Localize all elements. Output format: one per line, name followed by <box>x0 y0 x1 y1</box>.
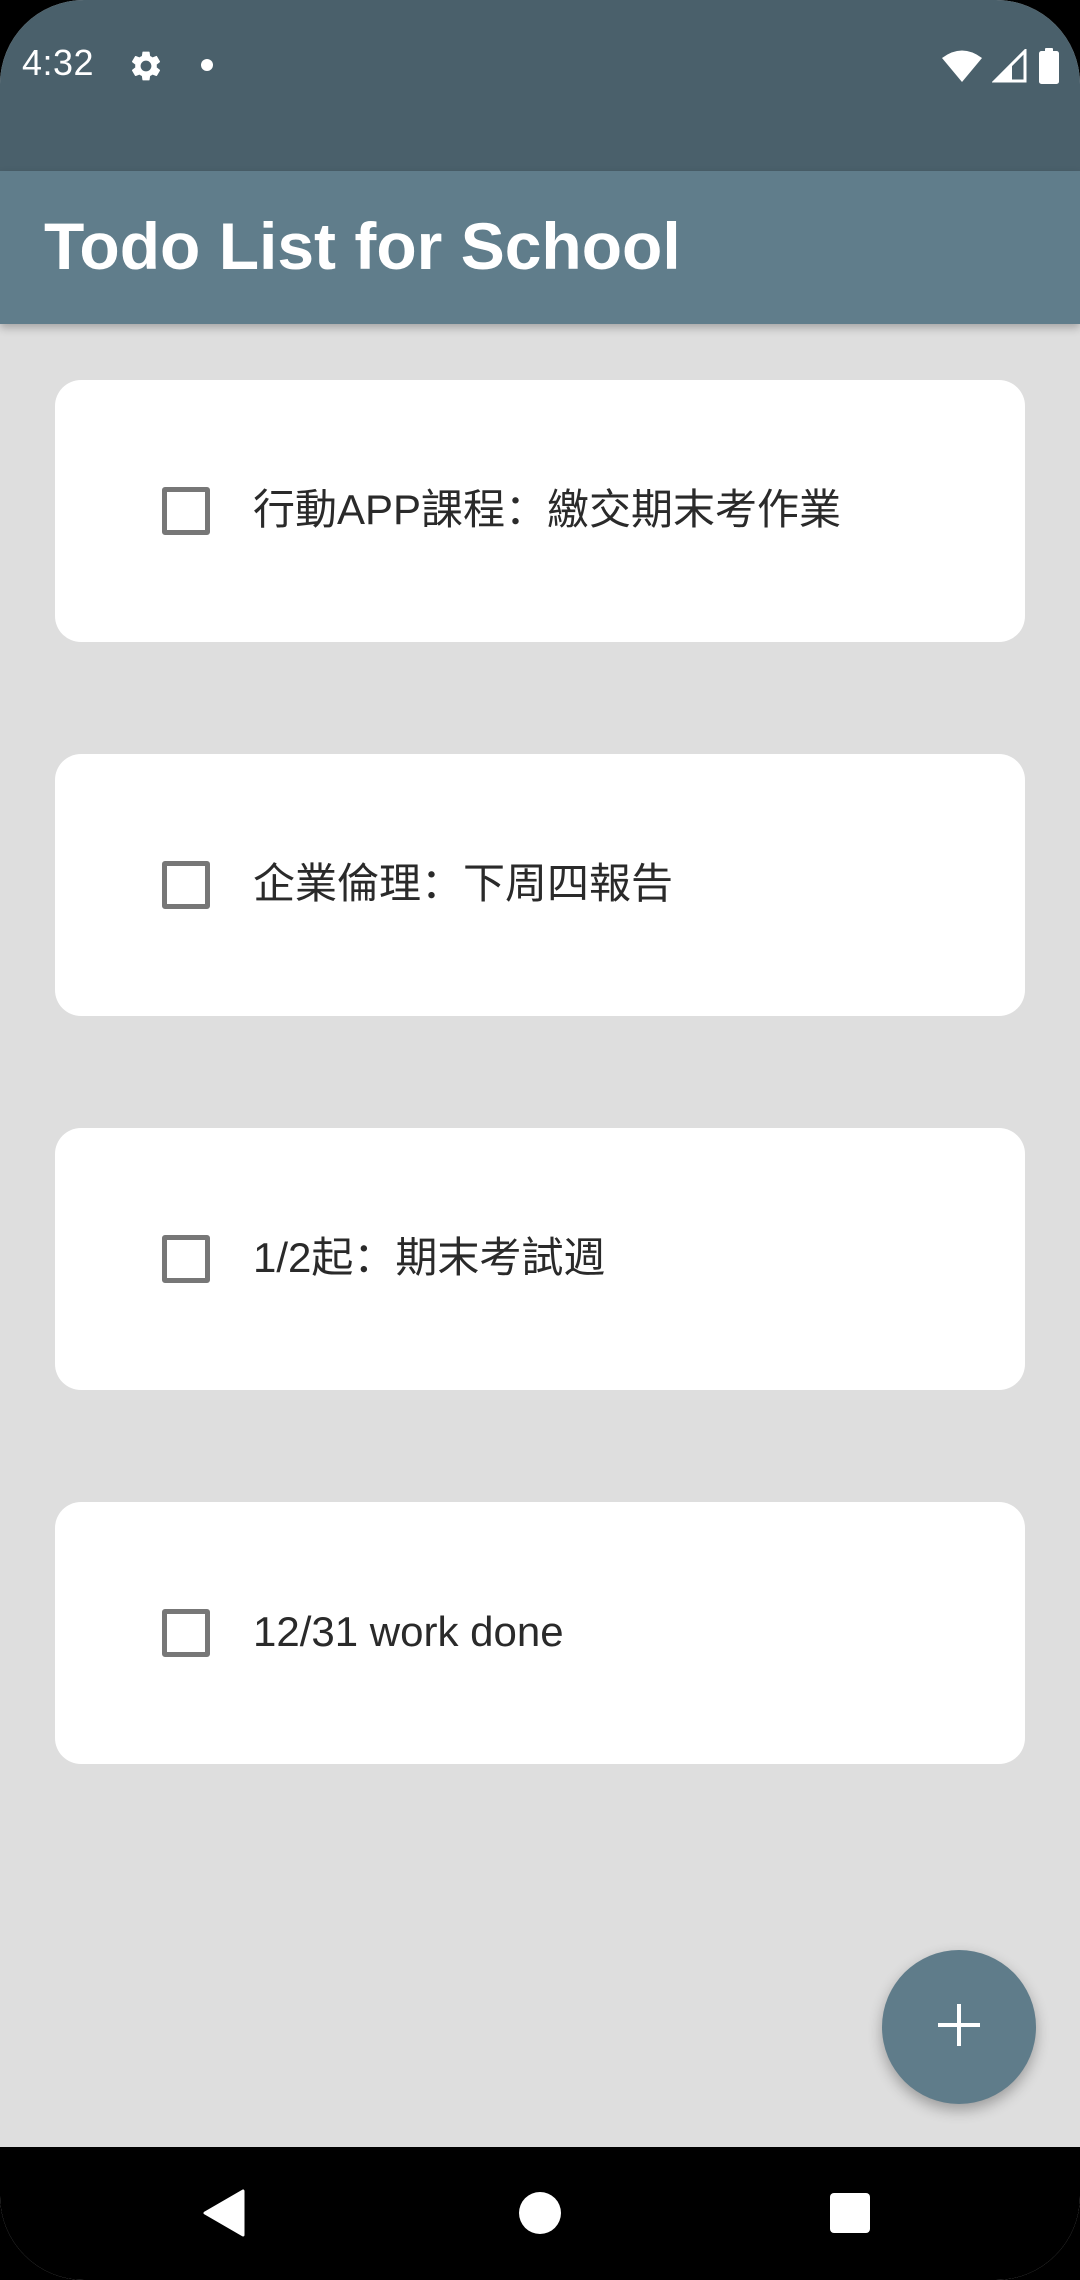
todo-text: 行動APP課程：繳交期末考作業 <box>253 486 842 533</box>
notification-dot-icon <box>201 59 213 71</box>
add-todo-button[interactable] <box>882 1950 1036 2104</box>
recents-icon[interactable] <box>830 2193 870 2233</box>
todo-checkbox[interactable] <box>162 1609 210 1657</box>
home-icon[interactable] <box>519 2192 561 2234</box>
status-icons <box>942 46 1060 89</box>
page-title: Todo List for School <box>44 209 681 283</box>
battery-icon <box>1038 47 1060 89</box>
status-time: 4:32 <box>22 42 95 83</box>
plus-icon <box>936 2002 982 2053</box>
todo-text: 12/31 work done <box>253 1608 564 1655</box>
app-bar: Todo List for School <box>0 171 1080 324</box>
todo-item[interactable]: 12/31 work done <box>55 1502 1025 1764</box>
todo-item[interactable]: 行動APP課程：繳交期末考作業 <box>55 380 1025 642</box>
todo-checkbox[interactable] <box>162 487 210 535</box>
wifi-icon <box>942 49 982 88</box>
todo-list: 行動APP課程：繳交期末考作業 企業倫理：下周四報告 1/2起：期末考試週 12… <box>55 380 1025 1876</box>
status-bar: 4:32 <box>0 0 1080 171</box>
phone-screen: 4:32 Todo List for School 行動APP課程：繳交期末考作… <box>0 0 1080 2280</box>
gear-icon <box>128 48 164 84</box>
todo-checkbox[interactable] <box>162 861 210 909</box>
todo-text: 1/2起：期末考試週 <box>253 1234 606 1281</box>
signal-icon <box>991 46 1028 88</box>
todo-item[interactable]: 企業倫理：下周四報告 <box>55 754 1025 1016</box>
todo-item[interactable]: 1/2起：期末考試週 <box>55 1128 1025 1390</box>
todo-text: 企業倫理：下周四報告 <box>253 860 674 907</box>
navigation-bar <box>0 2147 1080 2280</box>
todo-checkbox[interactable] <box>162 1235 210 1283</box>
back-icon[interactable] <box>203 2189 245 2242</box>
